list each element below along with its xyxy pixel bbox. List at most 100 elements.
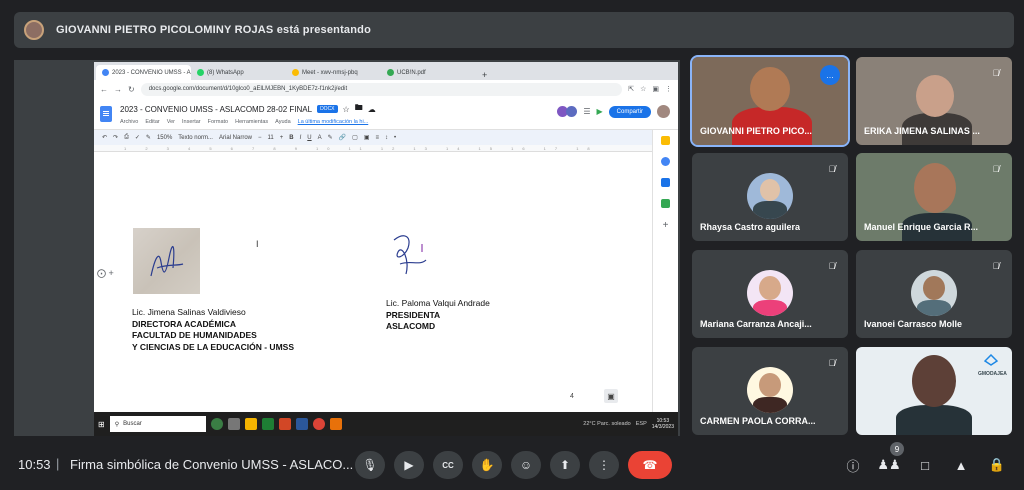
forward-icon[interactable]: →	[114, 85, 122, 94]
italic-icon[interactable]: I	[300, 135, 302, 141]
align-icon[interactable]: ≡	[376, 135, 380, 141]
meeting-separator: |	[56, 456, 60, 471]
add-addon-icon[interactable]: +	[663, 220, 669, 231]
taskbar-app-icon[interactable]	[329, 418, 342, 430]
image-icon[interactable]: ▣	[364, 134, 370, 141]
browser-tab[interactable]: (8) WhatsApp	[191, 65, 286, 80]
menu-ayuda[interactable]: Ayuda	[275, 119, 291, 125]
camera-button[interactable]: ▶	[394, 451, 424, 479]
menu-herramientas[interactable]: Herramientas	[235, 119, 268, 125]
doc-title-block: 2023 - CONVENIO UMSS - ASLACOMD 28-02 FI…	[120, 102, 376, 125]
page-explore-icon[interactable]: ▣	[604, 389, 618, 403]
font-select[interactable]: Arial Narrow	[219, 135, 252, 141]
comments-icon[interactable]: ☰	[583, 107, 590, 116]
task-view-icon[interactable]	[227, 418, 240, 430]
mic-off-icon: 🎙̸	[828, 261, 836, 271]
participant-tile[interactable]: 🎙̸ Rhaysa Castro aguilera	[692, 153, 848, 241]
menu-insertar[interactable]: Insertar	[182, 119, 201, 125]
share-button[interactable]: Compartir	[608, 105, 651, 118]
collaborator-avatar[interactable]	[566, 106, 578, 117]
meeting-info-button[interactable]: ⓘ	[842, 454, 864, 476]
menu-editar[interactable]: Editar	[145, 119, 159, 125]
docs-logo-icon[interactable]	[100, 105, 112, 122]
file-explorer-icon[interactable]	[244, 418, 257, 430]
taskbar-weather[interactable]: 22°C Parc. soleado	[583, 421, 630, 427]
people-button[interactable]: ♟♟	[877, 454, 900, 476]
style-select[interactable]: Texto norm...	[178, 135, 213, 141]
activities-button[interactable]: ▲	[950, 454, 972, 476]
bold-icon[interactable]: B	[289, 135, 293, 141]
browser-tab[interactable]: 2023 - CONVENIO UMSS - A	[96, 65, 191, 80]
participant-tile[interactable]: 🎙̸ ERIKA JIMENA SALINAS ...	[856, 57, 1012, 145]
comment-add-icon[interactable]: ▢	[352, 134, 358, 141]
browser-tab[interactable]: UCB!N.pdf	[381, 65, 476, 80]
text-color-icon[interactable]: A	[318, 135, 322, 141]
print-icon[interactable]: ⎙	[124, 134, 129, 141]
more-options-button[interactable]: ⋮	[589, 451, 619, 479]
end-call-button[interactable]: ☎	[628, 451, 672, 479]
word-icon[interactable]	[295, 418, 308, 430]
menu-formato[interactable]: Formato	[208, 119, 228, 125]
back-icon[interactable]: ←	[100, 85, 108, 94]
menu-dots-icon[interactable]: ⋮	[665, 85, 672, 93]
underline-icon[interactable]: U	[307, 135, 311, 141]
doc-title[interactable]: 2023 - CONVENIO UMSS - ASLACOMD 28-02 FI…	[120, 105, 312, 114]
document-page[interactable]: ⨀ + I Lic. Jimena Salinas Valdivieso DIR…	[94, 153, 634, 411]
taskbar-search[interactable]: ⚲ Buscar	[109, 416, 206, 432]
zoom-select[interactable]: 150%	[157, 135, 172, 141]
host-controls-button[interactable]: 🔒	[986, 454, 1008, 476]
move-folder-icon[interactable]: 🖿	[355, 102, 363, 116]
participant-tile[interactable]: 🎙̸ CARMEN PAOLA CORRA...	[692, 347, 848, 435]
address-bar[interactable]: docs.google.com/document/d/10glco0_aElLM…	[140, 82, 623, 96]
font-size-field[interactable]: 11	[268, 135, 274, 141]
line-spacing-icon[interactable]: ↕	[385, 135, 388, 141]
avatar-face	[760, 179, 780, 201]
share-page-icon[interactable]: ⇱	[628, 85, 634, 93]
meeting-control-bar: 10:53 | Firma simbólica de Convenio UMSS…	[0, 440, 1024, 490]
chat-button[interactable]: □	[914, 454, 936, 476]
powerpoint-icon[interactable]	[278, 418, 291, 430]
drag-handle-icon[interactable]: ⨀ +	[97, 268, 114, 279]
extensions-icon[interactable]: ▣	[652, 85, 659, 93]
taskbar-language[interactable]: ESP	[636, 421, 647, 427]
windows-start-icon[interactable]: ⊞	[98, 420, 105, 429]
maps-icon[interactable]	[661, 199, 670, 208]
emoji-button[interactable]: ☺	[511, 451, 541, 479]
link-icon[interactable]: 🔗	[339, 134, 346, 141]
tasks-icon[interactable]	[661, 157, 670, 166]
spellcheck-icon[interactable]: ✓	[135, 134, 140, 141]
chrome-icon[interactable]	[312, 418, 325, 430]
participant-tile[interactable]: GMODAJEA	[856, 347, 1012, 435]
browser-tab[interactable]: Meet - xwv-nmsj-pbq	[286, 65, 381, 80]
participant-tile[interactable]: 🎙̸ Ivanoei Carrasco Molle	[856, 250, 1012, 338]
font-size-decrease-icon[interactable]: −	[258, 135, 262, 141]
captions-button[interactable]: CC	[433, 451, 463, 479]
keep-icon[interactable]	[661, 136, 670, 145]
paint-format-icon[interactable]: ✎	[146, 134, 151, 141]
raise-hand-button[interactable]: ✋	[472, 451, 502, 479]
redo-icon[interactable]: ↷	[113, 134, 118, 141]
bookmark-star-icon[interactable]: ☆	[640, 85, 646, 93]
browser-tab-label: Meet - xwv-nmsj-pbq	[302, 69, 358, 76]
star-icon[interactable]: ☆	[343, 105, 350, 114]
excel-icon[interactable]	[261, 418, 274, 430]
new-tab-button[interactable]: +	[476, 70, 493, 80]
contacts-icon[interactable]	[661, 178, 670, 187]
meet-video-icon[interactable]: ▶	[597, 107, 603, 116]
font-size-increase-icon[interactable]: +	[280, 135, 284, 141]
last-edit-link[interactable]: La última modificación la hi...	[298, 119, 369, 125]
menu-archivo[interactable]: Archivo	[120, 119, 138, 125]
taskbar-clock[interactable]: 10:53 14/3/2023	[652, 418, 674, 430]
undo-icon[interactable]: ↶	[102, 134, 107, 141]
mic-button[interactable]: 🎙	[355, 451, 385, 479]
present-button[interactable]: ⬆	[550, 451, 580, 479]
taskbar-app-icon[interactable]	[210, 418, 223, 430]
list-icon[interactable]: •	[394, 135, 396, 141]
participant-tile[interactable]: … GIOVANNI PIETRO PICO...	[690, 55, 850, 147]
account-avatar[interactable]	[657, 105, 670, 118]
highlight-icon[interactable]: ✎	[328, 134, 333, 141]
reload-icon[interactable]: ↻	[128, 85, 135, 94]
participant-tile[interactable]: 🎙̸ Manuel Enrique Garcia R...	[856, 153, 1012, 241]
menu-ver[interactable]: Ver	[167, 119, 175, 125]
participant-tile[interactable]: 🎙̸ Mariana Carranza Ancaji...	[692, 250, 848, 338]
